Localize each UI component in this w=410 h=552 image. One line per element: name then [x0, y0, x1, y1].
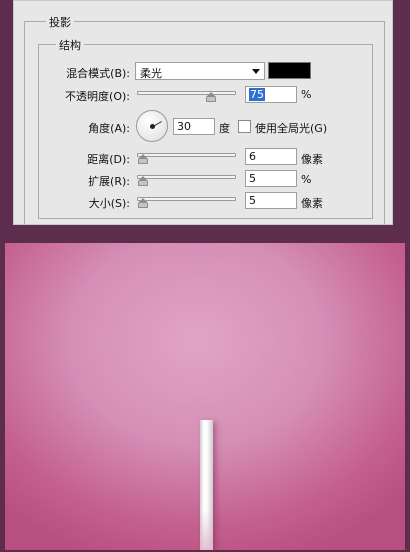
angle-dial[interactable]	[136, 110, 168, 142]
blend-mode-value: 柔光	[140, 67, 162, 80]
distance-unit: 像素	[301, 153, 323, 166]
spread-input[interactable]: 5	[245, 170, 297, 187]
spread-slider-track[interactable]	[137, 175, 236, 179]
shadow-color-swatch[interactable]	[268, 62, 311, 79]
spread-slider-thumb[interactable]	[138, 176, 148, 186]
chevron-down-icon	[252, 69, 260, 74]
blend-mode-label: 混合模式(B):	[66, 67, 130, 80]
opacity-slider-thumb[interactable]	[206, 92, 216, 102]
opacity-unit: %	[301, 88, 312, 101]
size-input[interactable]: 5	[245, 192, 297, 209]
angle-unit: 度	[219, 122, 230, 135]
size-unit: 像素	[301, 197, 323, 210]
angle-dial-center	[150, 124, 155, 129]
angle-label: 角度(A):	[88, 122, 130, 135]
spread-unit: %	[301, 173, 312, 186]
opacity-input[interactable]: 75	[245, 86, 297, 103]
white-rod	[200, 420, 213, 550]
global-light-checkbox[interactable]	[238, 120, 251, 133]
drop-shadow-title: 投影	[46, 14, 74, 30]
opacity-label: 不透明度(O):	[65, 90, 130, 103]
distance-slider-track[interactable]	[137, 153, 236, 157]
spread-label: 扩展(R):	[88, 175, 130, 188]
size-slider-track[interactable]	[137, 197, 236, 201]
distance-slider-thumb[interactable]	[138, 154, 148, 164]
blend-mode-select[interactable]: 柔光	[135, 62, 265, 80]
size-slider-thumb[interactable]	[138, 198, 148, 208]
preview-canvas	[5, 243, 405, 550]
size-label: 大小(S):	[88, 197, 130, 210]
opacity-slider-track[interactable]	[137, 91, 236, 95]
angle-input[interactable]: 30	[173, 118, 215, 135]
distance-input[interactable]: 6	[245, 148, 297, 165]
distance-label: 距离(D):	[87, 153, 130, 166]
structure-title: 结构	[56, 37, 84, 53]
global-light-label: 使用全局光(G)	[255, 122, 328, 135]
